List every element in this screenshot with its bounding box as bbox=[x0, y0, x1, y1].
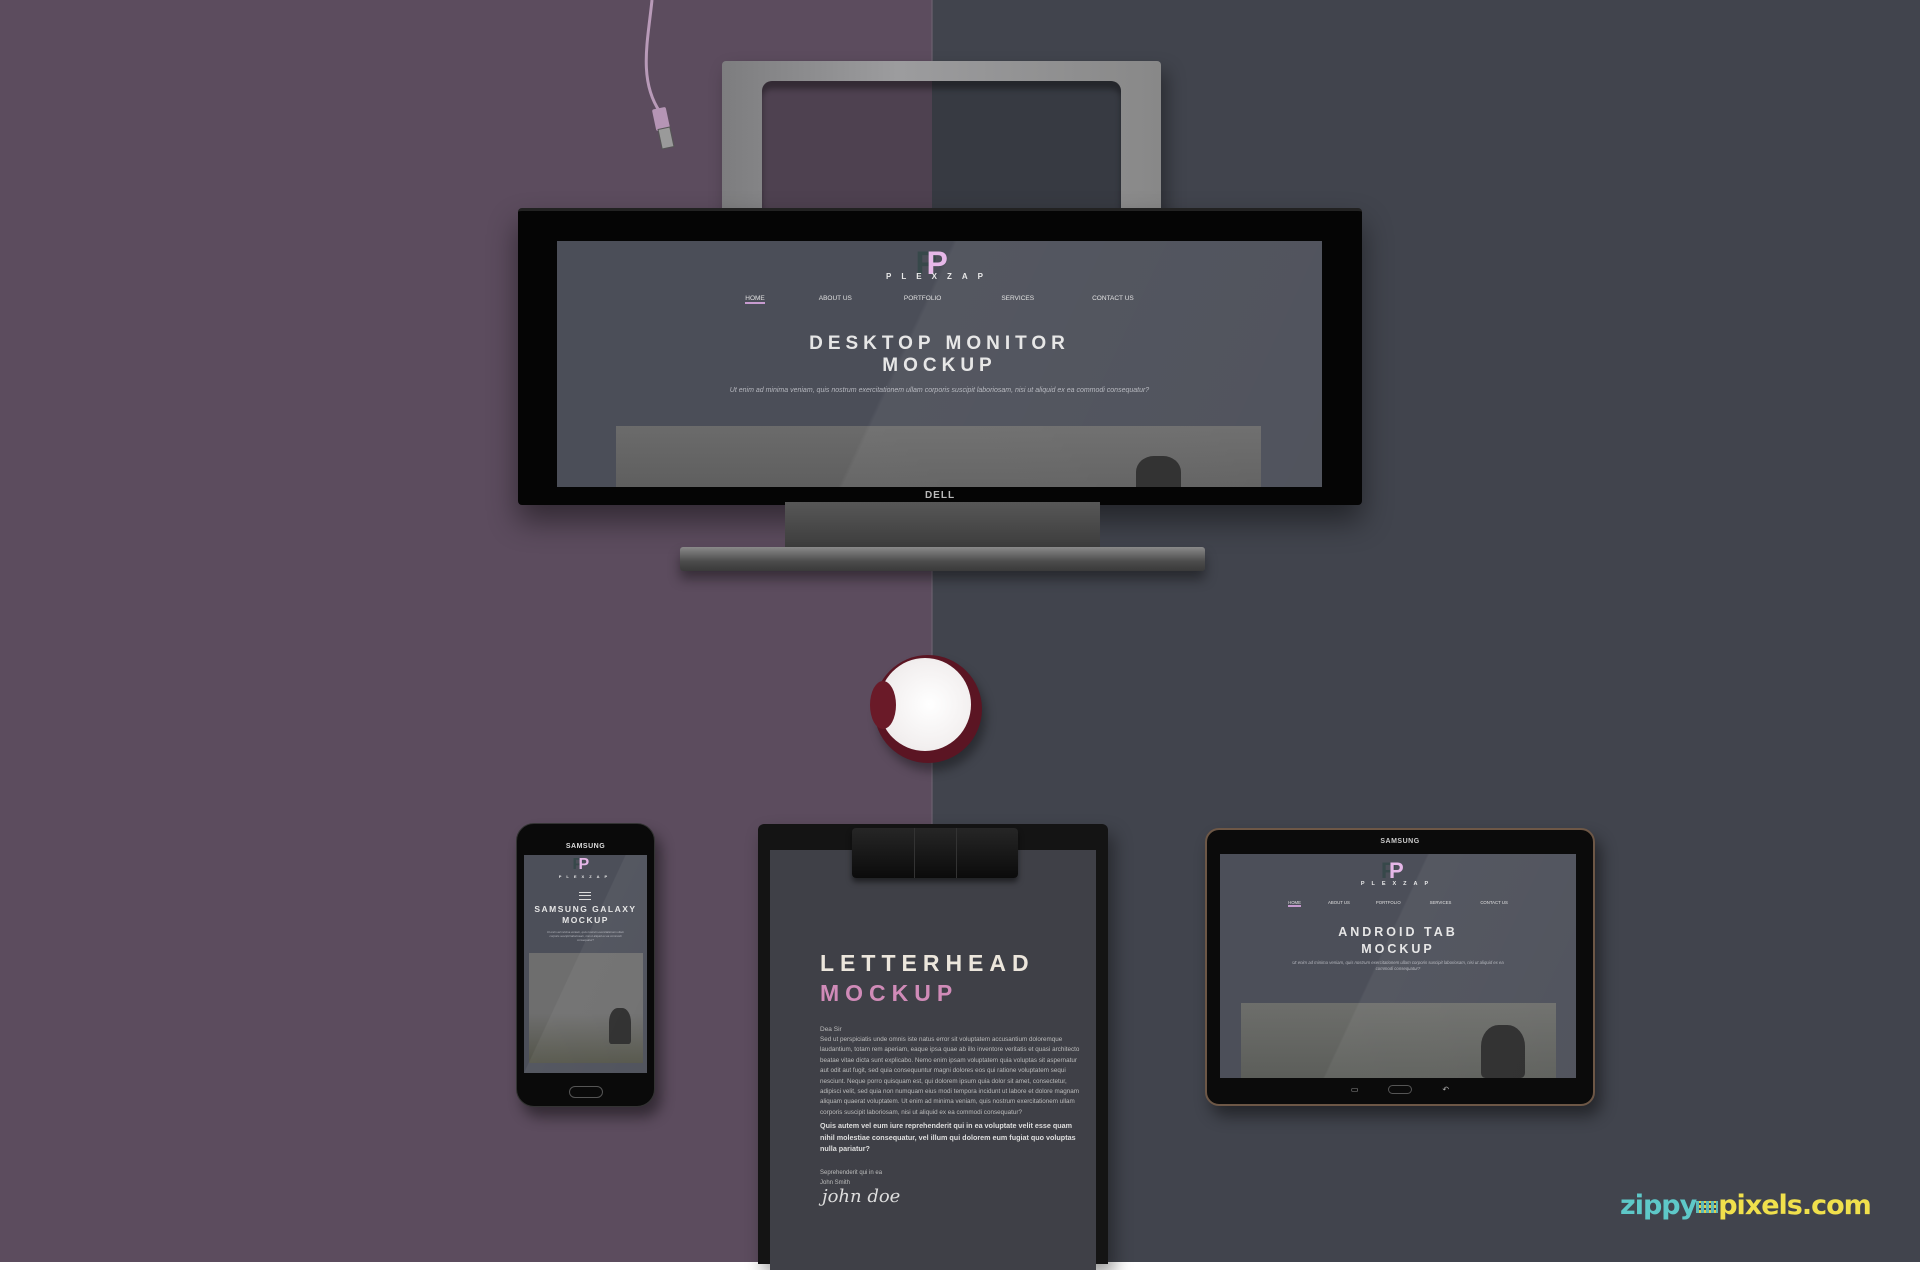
letterhead-closing: Seprehenderit qui in ea John Smith bbox=[820, 1168, 882, 1188]
monitor-hero-title-line2: MOCKUP bbox=[882, 355, 997, 376]
phone-hero-title-line1: SAMSUNG GALAXY bbox=[534, 904, 637, 914]
monitor-screen: P P PLEXZAP HOME ABOUT US PORTFOLIO SERV… bbox=[557, 241, 1322, 487]
zippypixels-logo: zippy pixels.com bbox=[1620, 1190, 1872, 1221]
recent-apps-icon[interactable]: ▭ bbox=[1351, 1085, 1359, 1094]
clipboard-clip bbox=[852, 828, 1018, 878]
samsung-galaxy-phone: SAMSUNG P P PLEXZAP SAMSUNG GALAXY MOCKU… bbox=[516, 823, 655, 1107]
tablet-nav: HOME ABOUT US PORTFOLIO SERVICES CONTACT… bbox=[1220, 900, 1576, 907]
plexzap-logo-icon: P P bbox=[1381, 858, 1404, 883]
phone-brand-label: SAMSUNG bbox=[565, 843, 606, 850]
phone-hero-subtitle: Ut enim ad minima veniam, quis nostrum e… bbox=[546, 930, 625, 942]
nav-home[interactable]: HOME bbox=[1288, 900, 1302, 907]
monitor-stand-base bbox=[680, 547, 1205, 571]
back-icon[interactable]: ↶ bbox=[1442, 1085, 1449, 1094]
clip-segment-line bbox=[914, 828, 915, 878]
tablet-hero-title-line1: ANDROID TAB bbox=[1338, 925, 1458, 939]
phone-home-button[interactable] bbox=[569, 1086, 603, 1098]
clipboard: LETTERHEAD MOCKUP Dea Sir Sed ut perspic… bbox=[758, 824, 1108, 1270]
android-tablet: SAMSUNG P P PLEXZAP HOME ABOUT US PORTFO… bbox=[1205, 828, 1595, 1106]
brand-name: PLEXZAP bbox=[558, 874, 613, 879]
brand-name: PLEXZAP bbox=[886, 272, 993, 281]
letterhead-title-line1: LETTERHEAD bbox=[820, 950, 1035, 976]
nav-portfolio[interactable]: PORTFOLIO bbox=[904, 295, 941, 304]
watermark-part2: pixels.com bbox=[1718, 1190, 1872, 1221]
cupcake-bite bbox=[870, 681, 896, 729]
phone-hero-title-line2: MOCKUP bbox=[562, 915, 609, 925]
tablet-hero-subtitle: Ut enim ad minima veniam, quis nostrum e… bbox=[1292, 960, 1504, 971]
hero-person-silhouette bbox=[609, 1008, 631, 1044]
cupcake bbox=[870, 655, 982, 763]
monitor-nav: HOME ABOUT US PORTFOLIO SERVICES CONTACT… bbox=[557, 295, 1322, 304]
letterhead-bold-paragraph: Quis autem vel eum iure reprehenderit qu… bbox=[820, 1121, 1076, 1153]
letterhead-body: Sed ut perspiciatis unde omnis iste natu… bbox=[820, 1036, 1080, 1116]
hero-person-silhouette bbox=[1136, 456, 1181, 487]
monitor-hero-title-line1: DESKTOP MONITOR bbox=[809, 333, 1070, 354]
monitor-hero-subtitle: Ut enim ad minima veniam, quis nostrum e… bbox=[729, 387, 1150, 394]
nav-services[interactable]: SERVICES bbox=[1430, 900, 1452, 907]
letterhead-title-line2: MOCKUP bbox=[820, 980, 959, 1006]
nav-home[interactable]: HOME bbox=[745, 295, 765, 304]
phone-screen: P P PLEXZAP SAMSUNG GALAXY MOCKUP Ut eni… bbox=[524, 855, 647, 1073]
usb-cable-icon bbox=[644, 0, 675, 150]
tablet-hero-title-line2: MOCKUP bbox=[1361, 942, 1435, 956]
nav-about-us[interactable]: ABOUT US bbox=[819, 295, 852, 304]
plexzap-logo-icon: P P bbox=[572, 856, 590, 873]
monitor-stand-arm bbox=[722, 61, 1161, 221]
nav-portfolio[interactable]: PORTFOLIO bbox=[1376, 900, 1401, 907]
nav-about-us[interactable]: ABOUT US bbox=[1328, 900, 1350, 907]
monitor-stand-neck bbox=[785, 502, 1100, 550]
letterhead-closing-line: Seprehenderit qui in ea bbox=[820, 1170, 883, 1176]
hero-person-silhouette bbox=[1481, 1025, 1525, 1078]
letterhead-greeting: Dea Sir bbox=[820, 1026, 842, 1033]
letterhead-paper: LETTERHEAD MOCKUP Dea Sir Sed ut perspic… bbox=[770, 850, 1096, 1270]
watermark-part1: zippy bbox=[1620, 1190, 1697, 1221]
desktop-monitor: P P PLEXZAP HOME ABOUT US PORTFOLIO SERV… bbox=[518, 208, 1362, 505]
dell-logo: DELL bbox=[924, 490, 956, 501]
tablet-screen: P P PLEXZAP HOME ABOUT US PORTFOLIO SERV… bbox=[1220, 854, 1576, 1078]
clip-segment-line bbox=[956, 828, 957, 878]
tablet-nav-buttons: ▭ ↶ bbox=[1207, 1085, 1593, 1094]
letterhead-signature: john doe bbox=[822, 1186, 901, 1207]
nav-contact-us[interactable]: CONTACT US bbox=[1092, 295, 1134, 304]
pixel-pattern-icon bbox=[1696, 1200, 1719, 1213]
phone-hero-image bbox=[529, 953, 643, 1063]
hamburger-menu-icon[interactable] bbox=[579, 892, 591, 900]
tablet-hero-image bbox=[1241, 1003, 1556, 1078]
tablet-home-button[interactable] bbox=[1388, 1085, 1413, 1094]
nav-contact-us[interactable]: CONTACT US bbox=[1480, 900, 1508, 907]
nav-services[interactable]: SERVICES bbox=[1001, 295, 1034, 304]
tablet-brand-label: SAMSUNG bbox=[1380, 838, 1420, 845]
brand-name: PLEXZAP bbox=[1360, 881, 1436, 887]
monitor-hero-image bbox=[616, 426, 1261, 487]
